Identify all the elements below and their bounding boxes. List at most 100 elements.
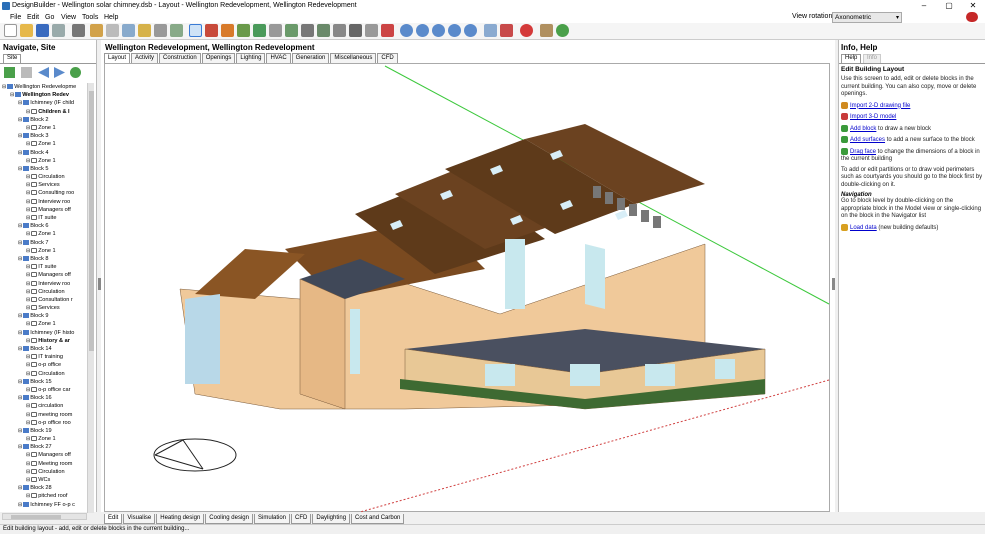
scrollbar-thumb[interactable] xyxy=(89,91,94,351)
expand-icon[interactable]: ⊟ xyxy=(18,240,22,246)
help-action-link[interactable]: Drag face xyxy=(850,149,876,155)
tree-item[interactable]: ⊟ Circulation xyxy=(2,370,92,378)
zoom-in-icon[interactable] xyxy=(416,24,429,37)
expand-icon[interactable]: ⊟ xyxy=(26,199,30,205)
expand-icon[interactable]: ⊟ xyxy=(10,92,14,98)
tree-item[interactable]: ⊟ WCs xyxy=(2,476,92,484)
expand-icon[interactable]: ⊟ xyxy=(18,502,22,508)
tab-cfd[interactable]: CFD xyxy=(291,514,312,524)
expand-icon[interactable]: ⊟ xyxy=(18,444,22,450)
tree-item[interactable]: ⊟ Ichimney FF o-p c xyxy=(2,501,92,509)
tab-simulation[interactable]: Simulation xyxy=(253,514,290,524)
tree-item[interactable]: ⊟ Block 7 xyxy=(2,239,92,247)
expand-icon[interactable]: ⊟ xyxy=(18,379,22,385)
expand-icon[interactable]: ⊟ xyxy=(26,452,30,458)
tree-item[interactable]: ⊟ Services xyxy=(2,304,92,312)
tree-item[interactable]: ⊟ Wellington Redev xyxy=(2,91,92,99)
menu-go[interactable]: Go xyxy=(45,14,54,21)
expand-icon[interactable]: ⊟ xyxy=(26,109,30,115)
move-icon[interactable] xyxy=(301,24,314,37)
tab-lighting[interactable]: Lighting xyxy=(236,53,266,63)
open-folder-icon[interactable] xyxy=(20,24,33,37)
tab-edit[interactable]: Edit xyxy=(104,514,123,524)
import-3d-icon[interactable] xyxy=(205,24,218,37)
expand-icon[interactable]: ⊟ xyxy=(26,190,30,196)
menu-tools[interactable]: Tools xyxy=(82,14,98,21)
tree-item[interactable]: ⊟ circulation xyxy=(2,402,92,410)
tab-help[interactable]: Help xyxy=(841,54,862,63)
expand-icon[interactable]: ⊟ xyxy=(18,100,22,106)
tree-item[interactable]: ⊟ Block 28 xyxy=(2,484,92,492)
add-icon[interactable] xyxy=(4,67,15,78)
tree-item[interactable]: ⊟ IT suite xyxy=(2,263,92,271)
expand-icon[interactable]: ⊟ xyxy=(18,223,22,229)
tree-item[interactable]: ⊟ Block 5 xyxy=(2,165,92,173)
import-2d-icon[interactable] xyxy=(221,24,234,37)
refresh-icon[interactable] xyxy=(556,24,569,37)
tab-cooling-design[interactable]: Cooling design xyxy=(205,514,253,524)
tree-item[interactable]: ⊟ Block 16 xyxy=(2,394,92,402)
expand-icon[interactable]: ⊟ xyxy=(26,469,30,475)
expand-icon[interactable]: ⊟ xyxy=(26,321,30,327)
load-data-link[interactable]: Load data xyxy=(850,225,877,231)
back-arrow-icon[interactable] xyxy=(38,67,49,78)
rotate-icon[interactable] xyxy=(317,24,330,37)
expand-icon[interactable]: ⊟ xyxy=(26,461,30,467)
menu-file[interactable]: File xyxy=(10,14,21,21)
expand-icon[interactable]: ⊟ xyxy=(26,289,30,295)
expand-icon[interactable]: ⊟ xyxy=(26,158,30,164)
expand-icon[interactable]: ⊟ xyxy=(26,403,30,409)
check-icon[interactable] xyxy=(500,24,513,37)
view-rotation-select[interactable]: Axonometric ▾ xyxy=(832,12,902,23)
tab-openings[interactable]: Openings xyxy=(201,53,236,63)
expand-icon[interactable]: ⊟ xyxy=(26,354,30,360)
tree-item[interactable]: ⊟ Block 14 xyxy=(2,345,92,353)
select-pointer-icon[interactable] xyxy=(189,24,202,37)
tree-item[interactable]: ⊟ Interview roo xyxy=(2,280,92,288)
tree-item[interactable]: ⊟ Zone 1 xyxy=(2,435,92,443)
help-action-link[interactable]: Add block xyxy=(850,126,876,132)
report-icon[interactable] xyxy=(540,24,553,37)
expand-icon[interactable]: ⊟ xyxy=(26,436,30,442)
tree-item[interactable]: ⊟ pitched roof xyxy=(2,492,92,500)
new-file-icon[interactable] xyxy=(4,24,17,37)
tree-item[interactable]: ⊟ Zone 1 xyxy=(2,230,92,238)
model-options-icon[interactable] xyxy=(72,24,85,37)
expand-icon[interactable]: ⊟ xyxy=(18,485,22,491)
expand-icon[interactable]: ⊟ xyxy=(18,313,22,319)
tree-item[interactable]: ⊟ History & ar xyxy=(2,337,92,345)
add-block-icon[interactable] xyxy=(237,24,250,37)
expand-icon[interactable]: ⊟ xyxy=(18,256,22,262)
expand-icon[interactable]: ⊟ xyxy=(26,248,30,254)
menu-help[interactable]: Help xyxy=(104,14,118,21)
mirror-icon[interactable] xyxy=(333,24,346,37)
pencil-icon[interactable] xyxy=(90,24,103,37)
expand-icon[interactable]: ⊟ xyxy=(26,420,30,426)
tab-activity[interactable]: Activity xyxy=(131,53,159,63)
tree-item[interactable]: ⊟ o-p office roo xyxy=(2,419,92,427)
tab-generation[interactable]: Generation xyxy=(291,53,330,63)
tree-item[interactable]: ⊟ Ichimney (IF child xyxy=(2,99,92,107)
expand-icon[interactable]: ⊟ xyxy=(18,133,22,139)
expand-icon[interactable]: ⊟ xyxy=(26,141,30,147)
maximize-button[interactable]: ▢ xyxy=(937,0,961,12)
tree-item[interactable]: ⊟ Block 2 xyxy=(2,116,92,124)
menu-edit[interactable]: Edit xyxy=(27,14,39,21)
tree-item[interactable]: ⊟ Block 9 xyxy=(2,312,92,320)
expand-icon[interactable]: ⊟ xyxy=(26,272,30,278)
expand-icon[interactable]: ⊟ xyxy=(26,174,30,180)
partition-icon[interactable] xyxy=(269,24,282,37)
tab-cfd[interactable]: CFD xyxy=(377,53,398,63)
expand-icon[interactable]: ⊟ xyxy=(26,215,30,221)
tree-item[interactable]: ⊟ IT training xyxy=(2,353,92,361)
expand-icon[interactable]: ⊟ xyxy=(26,231,30,237)
expand-icon[interactable]: ⊟ xyxy=(18,428,22,434)
tab-daylighting[interactable]: Daylighting xyxy=(312,514,351,524)
tree-item[interactable]: ⊟ Managers off xyxy=(2,271,92,279)
delete-object-icon[interactable] xyxy=(21,67,32,78)
expand-icon[interactable]: ⊟ xyxy=(26,305,30,311)
help-action-link[interactable]: Import 2-D drawing file xyxy=(850,103,910,109)
tab-heating-design[interactable]: Heating design xyxy=(156,514,205,524)
expand-icon[interactable]: ⊟ xyxy=(18,346,22,352)
expand-icon[interactable]: ⊟ xyxy=(2,84,6,90)
